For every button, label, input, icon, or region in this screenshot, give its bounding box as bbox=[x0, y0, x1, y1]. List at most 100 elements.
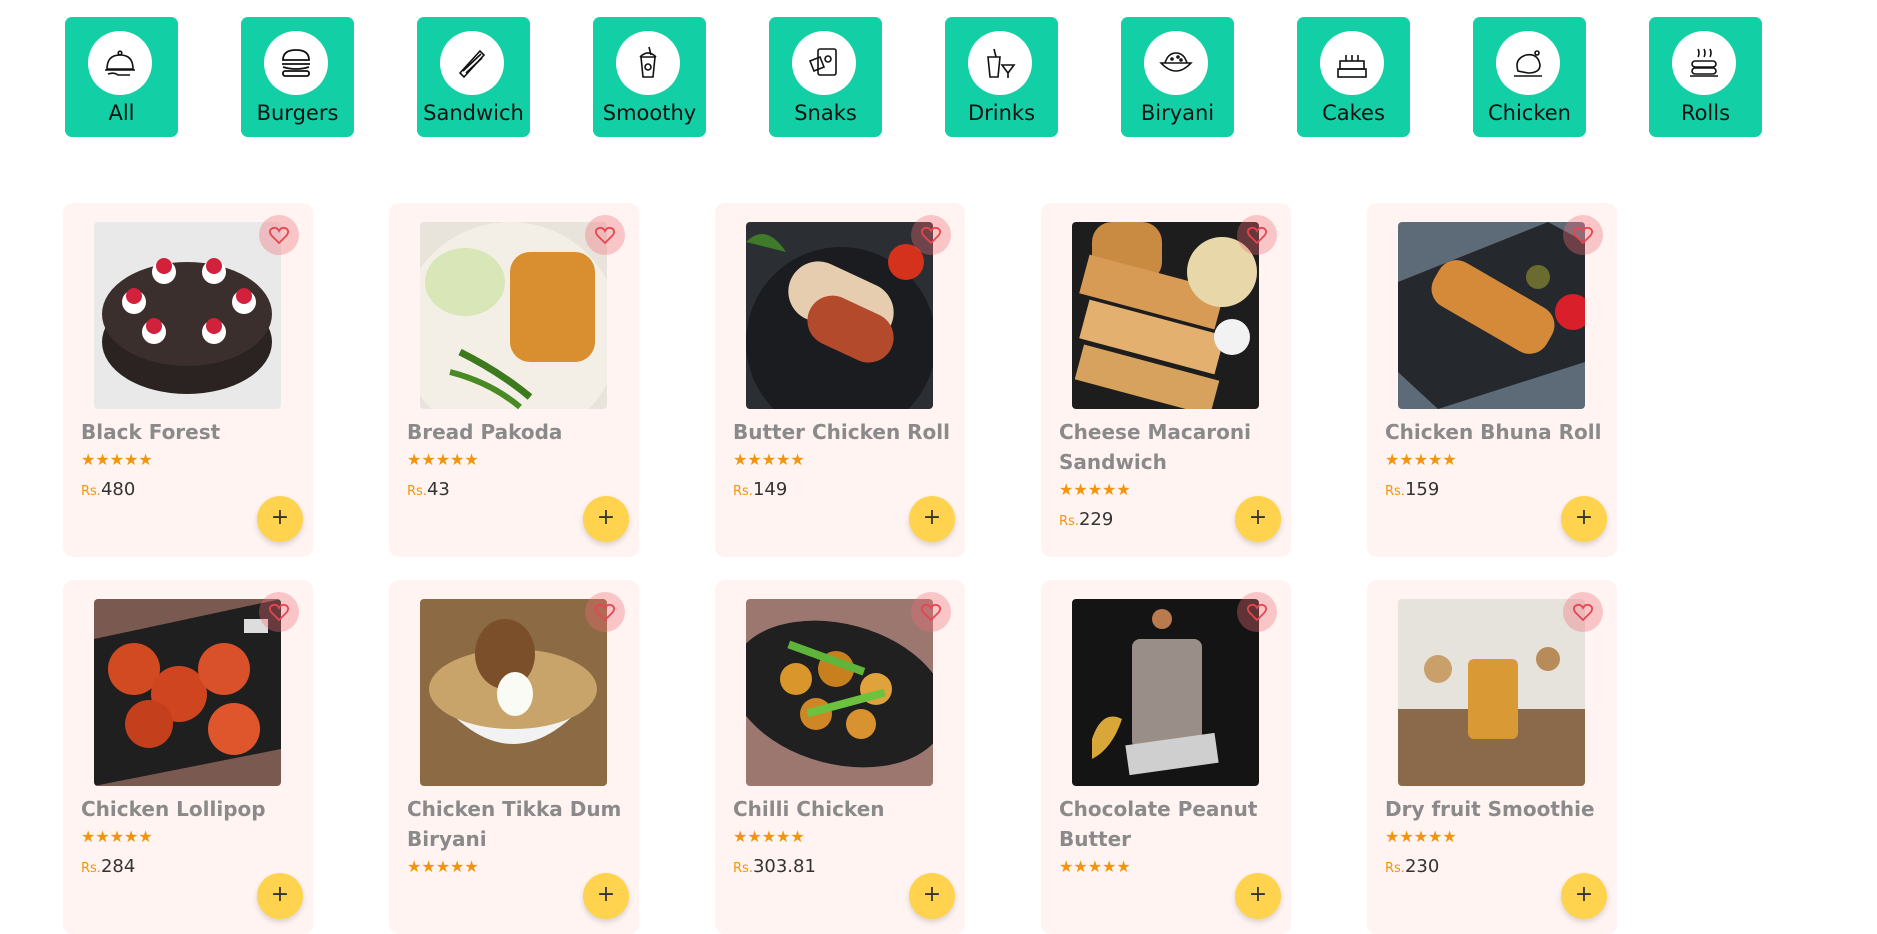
category-chicken[interactable]: Chicken bbox=[1473, 17, 1586, 137]
price-value: 303.81 bbox=[752, 856, 816, 877]
category-label: Rolls bbox=[1680, 101, 1731, 125]
product-name: Chilli Chicken bbox=[733, 797, 885, 821]
category-icon-wrap bbox=[88, 31, 152, 95]
category-drinks[interactable]: Drinks bbox=[945, 17, 1058, 137]
favorite-button[interactable] bbox=[911, 592, 951, 632]
category-rolls[interactable]: Rolls bbox=[1649, 17, 1762, 137]
favorite-button[interactable] bbox=[1237, 215, 1277, 255]
product-card[interactable]: Butter Chicken Roll ★★★★★ Rs.149 + bbox=[715, 203, 965, 557]
price-value: 284 bbox=[100, 856, 136, 877]
currency-label: Rs. bbox=[1385, 484, 1405, 499]
product-name: Chicken Lollipop bbox=[81, 797, 266, 821]
favorite-button[interactable] bbox=[585, 592, 625, 632]
category-icon-wrap bbox=[792, 31, 856, 95]
add-to-cart-button[interactable]: + bbox=[1561, 873, 1607, 919]
heart-icon bbox=[1573, 603, 1593, 621]
category-snaks[interactable]: Snaks bbox=[769, 17, 882, 137]
category-burgers[interactable]: Burgers bbox=[241, 17, 354, 137]
product-card[interactable]: Bread Pakoda ★★★★★ Rs.43 + bbox=[389, 203, 639, 557]
heart-icon bbox=[595, 226, 615, 244]
category-label: All bbox=[108, 101, 135, 125]
category-label: Smoothy bbox=[602, 101, 697, 125]
product-card[interactable]: Chicken Tikka Dum Biryani ★★★★★ + bbox=[389, 580, 639, 934]
add-to-cart-button[interactable]: + bbox=[1235, 873, 1281, 919]
add-to-cart-button[interactable]: + bbox=[583, 873, 629, 919]
chicken-icon bbox=[1514, 50, 1542, 77]
favorite-button[interactable] bbox=[911, 215, 951, 255]
drinks-icon bbox=[987, 48, 1016, 78]
category-label: Burgers bbox=[256, 101, 339, 125]
chocolate-shake-image bbox=[1072, 599, 1259, 786]
product-card[interactable]: Chicken Lollipop ★★★★★ Rs.284 + bbox=[63, 580, 313, 934]
currency-label: Rs. bbox=[733, 861, 753, 876]
product-card[interactable]: Chicken Bhuna Roll ★★★★★ Rs.159 + bbox=[1367, 203, 1617, 557]
favorite-button[interactable] bbox=[259, 592, 299, 632]
cheese-macaroni-sandwich-image bbox=[1072, 222, 1259, 409]
add-to-cart-button[interactable]: + bbox=[909, 496, 955, 542]
smoothie-icon bbox=[639, 46, 657, 78]
product-card[interactable]: Chocolate Peanut Butter ★★★★★ + bbox=[1041, 580, 1291, 934]
rating-stars: ★★★★★ bbox=[1385, 827, 1457, 846]
rating-stars: ★★★★★ bbox=[733, 450, 805, 469]
currency-label: Rs. bbox=[81, 484, 101, 499]
favorite-button[interactable] bbox=[1563, 215, 1603, 255]
price-value: 230 bbox=[1404, 856, 1440, 877]
favorite-button[interactable] bbox=[259, 215, 299, 255]
category-icon-wrap bbox=[1496, 31, 1560, 95]
heart-icon bbox=[269, 226, 289, 244]
product-card[interactable]: Black Forest ★★★★★ Rs.480 + bbox=[63, 203, 313, 557]
price-value: 229 bbox=[1078, 509, 1114, 530]
category-icon-wrap bbox=[1672, 31, 1736, 95]
category-cakes[interactable]: Cakes bbox=[1297, 17, 1410, 137]
product-name: Chicken Bhuna Roll bbox=[1385, 420, 1602, 444]
add-to-cart-button[interactable]: + bbox=[1235, 496, 1281, 542]
rating-stars: ★★★★★ bbox=[407, 857, 479, 876]
product-name: Dry fruit Smoothie bbox=[1385, 797, 1595, 821]
favorite-button[interactable] bbox=[1237, 592, 1277, 632]
product-name: Cheese Macaroni Sandwich bbox=[1059, 420, 1251, 474]
currency-label: Rs. bbox=[1059, 514, 1079, 529]
currency-label: Rs. bbox=[407, 484, 427, 499]
heart-icon bbox=[1573, 226, 1593, 244]
favorite-button[interactable] bbox=[1563, 592, 1603, 632]
category-biryani[interactable]: Biryani bbox=[1121, 17, 1234, 137]
product-name: Butter Chicken Roll bbox=[733, 420, 951, 444]
butter-chicken-roll-image bbox=[746, 222, 933, 409]
product-price: Rs.230 bbox=[1385, 856, 1439, 877]
category-icon-wrap bbox=[264, 31, 328, 95]
snacks-icon bbox=[808, 48, 837, 76]
heart-icon bbox=[1247, 603, 1267, 621]
currency-label: Rs. bbox=[733, 484, 753, 499]
chicken-biryani-image bbox=[420, 599, 607, 786]
category-label: Snaks bbox=[794, 101, 857, 125]
add-to-cart-button[interactable]: + bbox=[1561, 496, 1607, 542]
price-value: 43 bbox=[426, 479, 450, 500]
category-sandwich[interactable]: Sandwich bbox=[417, 17, 530, 137]
burger-icon bbox=[282, 49, 310, 77]
product-price: Rs.149 bbox=[733, 479, 787, 500]
add-to-cart-button[interactable]: + bbox=[257, 496, 303, 542]
category-icon-wrap bbox=[440, 31, 504, 95]
category-all[interactable]: All bbox=[65, 17, 178, 137]
favorite-button[interactable] bbox=[585, 215, 625, 255]
add-to-cart-button[interactable]: + bbox=[909, 873, 955, 919]
category-smoothy[interactable]: Smoothy bbox=[593, 17, 706, 137]
category-label: Biryani bbox=[1140, 101, 1215, 125]
currency-label: Rs. bbox=[1385, 861, 1405, 876]
heart-icon bbox=[921, 603, 941, 621]
product-card[interactable]: Dry fruit Smoothie ★★★★★ Rs.230 + bbox=[1367, 580, 1617, 934]
price-value: 159 bbox=[1404, 479, 1440, 500]
heart-icon bbox=[921, 226, 941, 244]
product-card[interactable]: Chilli Chicken ★★★★★ Rs.303.81 + bbox=[715, 580, 965, 934]
add-to-cart-button[interactable]: + bbox=[583, 496, 629, 542]
product-card[interactable]: Cheese Macaroni Sandwich ★★★★★ Rs.229 + bbox=[1041, 203, 1291, 557]
heart-icon bbox=[595, 603, 615, 621]
add-to-cart-button[interactable]: + bbox=[257, 873, 303, 919]
product-price: Rs.284 bbox=[81, 856, 135, 877]
rating-stars: ★★★★★ bbox=[407, 450, 479, 469]
product-price: Rs.43 bbox=[407, 479, 450, 500]
rating-stars: ★★★★★ bbox=[1059, 480, 1131, 499]
bread-pakoda-image bbox=[420, 222, 607, 409]
biryani-icon bbox=[1159, 52, 1193, 72]
category-label: Sandwich bbox=[423, 101, 524, 125]
